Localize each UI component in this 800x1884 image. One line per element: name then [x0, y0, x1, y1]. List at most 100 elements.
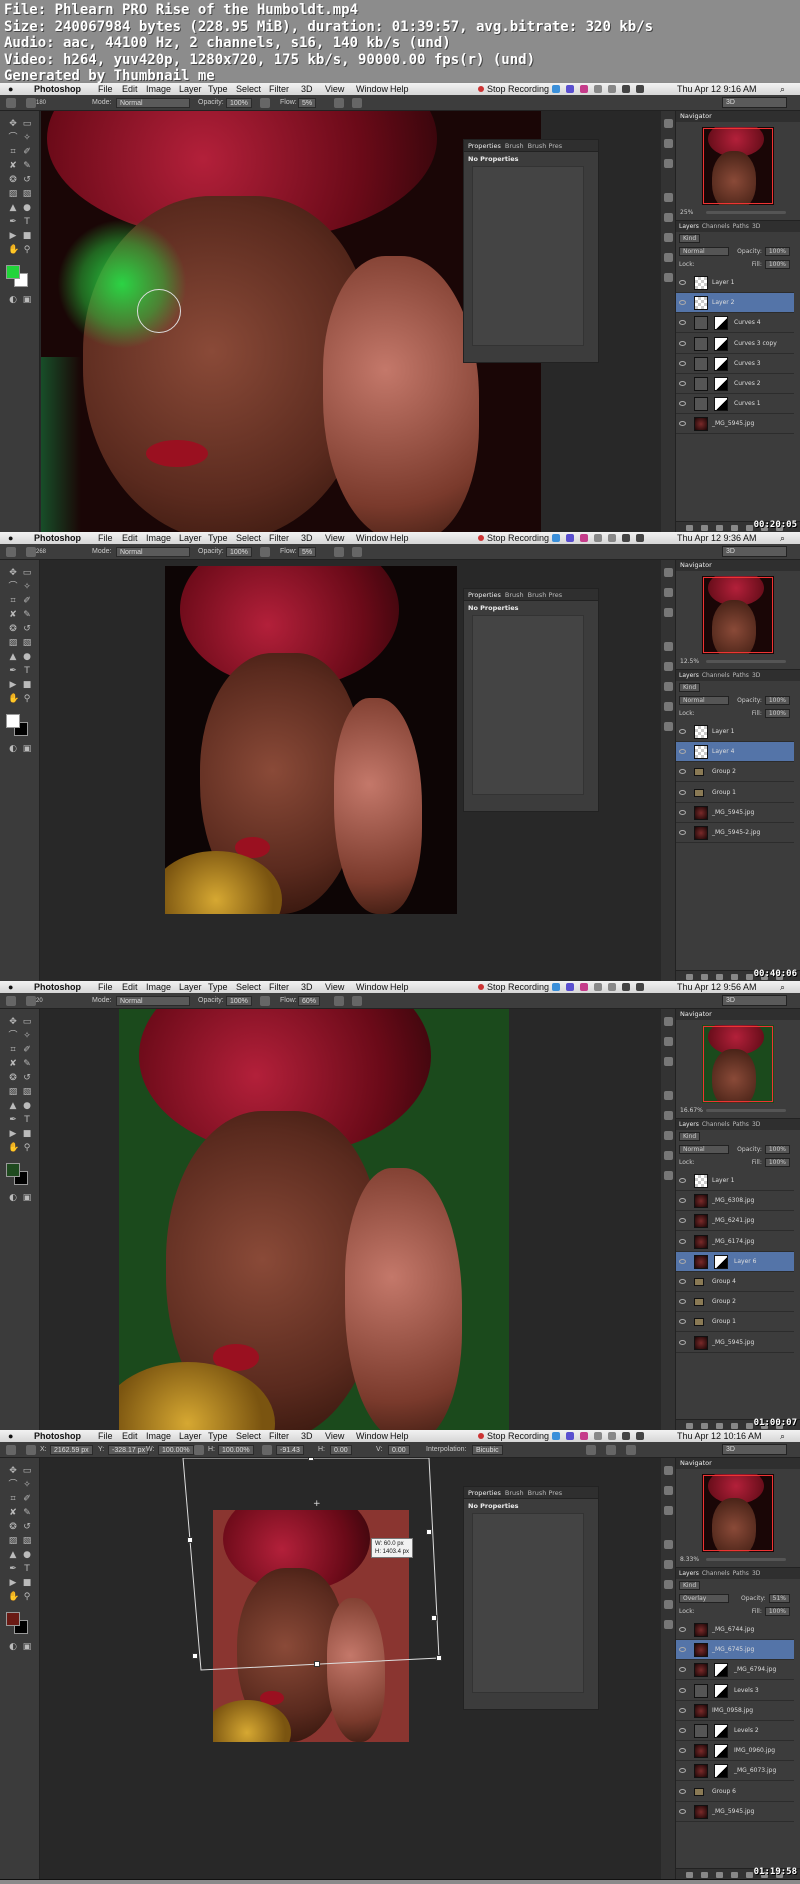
visibility-eye-icon[interactable]: [679, 1178, 686, 1183]
brush-preset-icon[interactable]: [26, 547, 36, 557]
quick-select-tool-icon[interactable]: ✧: [22, 1031, 32, 1041]
stop-recording-button[interactable]: Stop Recording: [478, 1430, 549, 1442]
status-icon[interactable]: [608, 983, 616, 991]
fx-icon[interactable]: [701, 1872, 708, 1878]
info-icon[interactable]: [664, 662, 673, 671]
dodge-tool-icon[interactable]: ●: [22, 652, 32, 662]
layer-name[interactable]: IMG_0958.jpg: [712, 1701, 753, 1721]
tab-layers[interactable]: Layers: [679, 1121, 699, 1128]
pen-tool-icon[interactable]: ✒: [8, 1115, 18, 1125]
flow-field[interactable]: 5%: [298, 547, 317, 557]
menu-item-layer[interactable]: Layer: [179, 1430, 202, 1442]
tool-preset-icon[interactable]: [6, 98, 16, 108]
layer-name[interactable]: Layer 1: [712, 273, 734, 293]
tab-channels[interactable]: Channels: [702, 672, 730, 679]
lasso-tool-icon[interactable]: ⌒: [8, 1480, 18, 1490]
history-icon[interactable]: [664, 119, 673, 128]
history-icon[interactable]: [664, 1466, 673, 1475]
visibility-eye-icon[interactable]: [679, 340, 686, 346]
layer-mask-thumbnail[interactable]: [714, 397, 728, 412]
visibility-eye-icon[interactable]: [679, 1339, 686, 1345]
fx-icon[interactable]: [701, 525, 708, 531]
hand-tool-icon[interactable]: ✋: [8, 1592, 19, 1602]
layer-row[interactable]: Group 2: [676, 762, 794, 783]
layer-row[interactable]: Curves 3 copy: [676, 334, 794, 354]
dodge-tool-icon[interactable]: ●: [22, 1550, 32, 1560]
layer-name[interactable]: _MG_5945.jpg: [712, 414, 754, 434]
history-icon[interactable]: [664, 1017, 673, 1026]
layer-row[interactable]: Levels 3: [676, 1681, 794, 1701]
document-canvas[interactable]: [41, 1009, 661, 1430]
healing-tool-icon[interactable]: ✘: [8, 161, 18, 171]
menubar-clock[interactable]: Thu Apr 12 9:36 AM: [677, 532, 757, 544]
type-tool-icon[interactable]: T: [22, 666, 32, 676]
layer-name[interactable]: _MG_6744.jpg: [712, 1620, 754, 1640]
quick-select-tool-icon[interactable]: ✧: [22, 133, 32, 143]
menu-item-type[interactable]: Type: [208, 981, 228, 993]
layer-name[interactable]: Group 6: [712, 1782, 736, 1802]
brush-panel-icon[interactable]: [664, 1506, 673, 1515]
workspace-select[interactable]: 3D: [722, 546, 787, 557]
interpolation-select[interactable]: Bicubic: [472, 1445, 503, 1455]
move-tool-icon[interactable]: ✥: [8, 1017, 18, 1027]
new-group-icon[interactable]: [746, 525, 753, 531]
layer-row[interactable]: Layer 4: [676, 742, 794, 763]
tool-preset-icon[interactable]: [6, 547, 16, 557]
visibility-eye-icon[interactable]: [679, 360, 686, 366]
type-tool-icon[interactable]: T: [22, 1564, 32, 1574]
visibility-eye-icon[interactable]: [679, 1728, 686, 1733]
tool-preset-icon[interactable]: [6, 1445, 16, 1455]
tab-brush[interactable]: Brush: [505, 1489, 524, 1497]
layer-row[interactable]: Layer 2: [676, 293, 794, 314]
menu-item-file[interactable]: File: [98, 1430, 113, 1442]
marquee-tool-icon[interactable]: ▭: [22, 1017, 32, 1027]
navigator-thumbnail[interactable]: [702, 1474, 774, 1552]
foreground-color-swatch[interactable]: [6, 1163, 20, 1177]
link-layers-icon[interactable]: [686, 1872, 693, 1878]
healing-tool-icon[interactable]: ✘: [8, 1508, 18, 1518]
layer-row[interactable]: Layer 1: [676, 1171, 794, 1191]
quick-mask-icon[interactable]: ◐: [8, 1642, 18, 1652]
character-icon[interactable]: [664, 1131, 673, 1140]
blend-mode-select[interactable]: Normal: [679, 696, 729, 705]
menu-item-filter[interactable]: Filter: [269, 1430, 289, 1442]
tab-layers[interactable]: Layers: [679, 223, 699, 230]
status-icon[interactable]: [566, 85, 574, 93]
status-icon[interactable]: [622, 983, 630, 991]
navigator-thumbnail[interactable]: [702, 127, 774, 205]
layer-kind-filter[interactable]: Kind: [679, 1581, 701, 1590]
new-adjustment-icon[interactable]: [731, 974, 738, 980]
layer-name[interactable]: _MG_6073.jpg: [734, 1761, 776, 1781]
link-icon[interactable]: [194, 1445, 204, 1455]
layer-row[interactable]: _MG_5945.jpg: [676, 414, 794, 435]
lasso-tool-icon[interactable]: ⌒: [8, 133, 18, 143]
layer-opacity-field[interactable]: 100%: [764, 247, 790, 256]
visibility-eye-icon[interactable]: [679, 1788, 686, 1794]
history-brush-tool-icon[interactable]: ↺: [22, 624, 32, 634]
info-icon[interactable]: [664, 1111, 673, 1120]
character-icon[interactable]: [664, 1580, 673, 1589]
layer-row[interactable]: _MG_5945.jpg: [676, 803, 794, 823]
blend-mode-select[interactable]: Normal: [679, 247, 729, 256]
menu-item-type[interactable]: Type: [208, 532, 228, 544]
layer-row[interactable]: Curves 1: [676, 394, 794, 415]
menu-item-image[interactable]: Image: [146, 1430, 171, 1442]
menu-item-filter[interactable]: Filter: [269, 83, 289, 95]
layer-mask-thumbnail[interactable]: [714, 1744, 728, 1759]
menu-item-3d[interactable]: 3D: [301, 1430, 313, 1442]
visibility-eye-icon[interactable]: [679, 381, 686, 386]
layer-row[interactable]: Group 6: [676, 1782, 794, 1802]
visibility-eye-icon[interactable]: [679, 1667, 686, 1673]
clone-source-icon[interactable]: [664, 642, 673, 651]
tab-layers[interactable]: Layers: [679, 672, 699, 679]
crop-tool-icon[interactable]: ⌗: [8, 147, 18, 157]
history-brush-tool-icon[interactable]: ↺: [22, 1073, 32, 1083]
layer-fill-field[interactable]: 100%: [764, 260, 790, 269]
actions-icon[interactable]: [664, 139, 673, 148]
eyedropper-tool-icon[interactable]: ✐: [22, 596, 32, 606]
brush-tool-icon[interactable]: ✎: [22, 1508, 32, 1518]
layer-mask-thumbnail[interactable]: [714, 1663, 728, 1678]
blend-mode-select[interactable]: Overlay: [679, 1594, 729, 1603]
layer-row[interactable]: Group 1: [676, 783, 794, 803]
status-icon[interactable]: [566, 983, 574, 991]
